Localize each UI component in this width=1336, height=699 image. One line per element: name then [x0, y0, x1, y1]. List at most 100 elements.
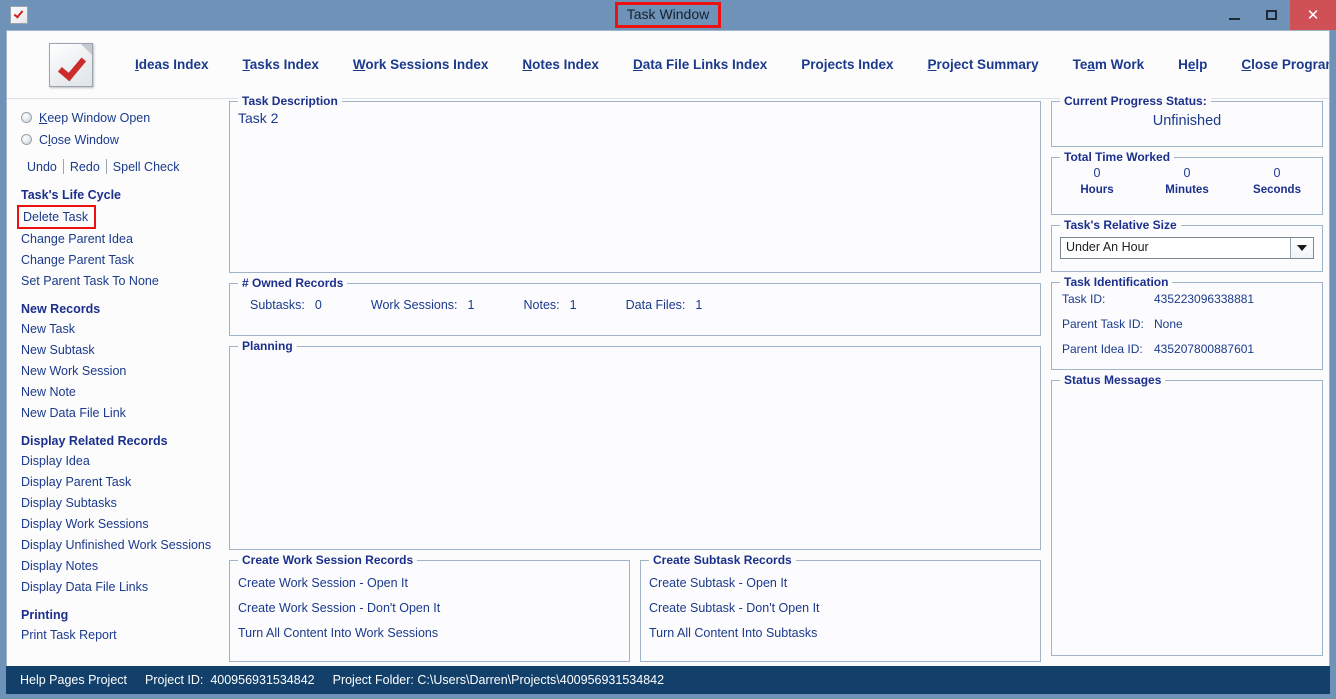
radio-keep-window-open[interactable]: Keep Window Open [21, 107, 223, 128]
menu-item-data-file-links-index[interactable]: Data File Links Index [633, 57, 767, 72]
sidebar-item-display-idea[interactable]: Display Idea [21, 451, 223, 472]
chevron-down-icon[interactable] [1291, 238, 1313, 258]
redo-button[interactable]: Redo [64, 160, 106, 174]
sidebar-item-print-task-report[interactable]: Print Task Report [21, 625, 223, 646]
radio-keep-window-open-label: Keep Window Open [39, 110, 151, 125]
owned-records-legend: # Owned Records [238, 276, 348, 290]
sidebar-item-new-work-session[interactable]: New Work Session [21, 361, 223, 382]
seconds-label: Seconds [1253, 184, 1301, 196]
relative-size-group: Task's Relative Size Under An Hour [1051, 218, 1323, 272]
sidebar-item-new-task[interactable]: New Task [21, 319, 223, 340]
sidebar-item-new-data-file-link[interactable]: New Data File Link [21, 403, 223, 424]
create-work-session-dont-open-it[interactable]: Create Work Session - Don't Open It [230, 596, 629, 621]
sidebar-item-display-subtasks[interactable]: Display Subtasks [21, 493, 223, 514]
checked-document-icon [10, 6, 28, 24]
window-title-container: Task Window [0, 0, 1336, 30]
sidebar-item-display-notes[interactable]: Display Notes [21, 556, 223, 577]
radio-close-window[interactable]: Close Window [21, 129, 223, 150]
sidebar-item-display-unfinished-work-sessions[interactable]: Display Unfinished Work Sessions [21, 535, 223, 556]
progress-status-legend: Current Progress Status: [1060, 94, 1211, 108]
subtasks-label: Subtasks: [250, 298, 305, 312]
task-window: Task Window ✕ Ideas Index Tasks Index Wo… [0, 0, 1336, 699]
edit-commands: Undo Redo Spell Check [27, 159, 223, 174]
status-bar: Help Pages Project Project ID: 400956931… [6, 666, 1330, 694]
minutes-value: 0 [1183, 166, 1191, 180]
maximize-icon [1266, 10, 1277, 20]
status-messages-group: Status Messages [1051, 373, 1323, 656]
parent-idea-id-row: Parent Idea ID: 435207800887601 [1052, 342, 1322, 367]
turn-all-content-into-subtasks[interactable]: Turn All Content Into Subtasks [641, 621, 1040, 646]
undo-button[interactable]: Undo [27, 160, 63, 174]
task-description-group: Task Description Task 2 [229, 94, 1041, 273]
create-work-session-open-it[interactable]: Create Work Session - Open It [230, 571, 629, 596]
sidebar-heading-new-records: New Records [21, 302, 101, 316]
close-button[interactable]: ✕ [1290, 0, 1336, 30]
spell-check-button[interactable]: Spell Check [107, 160, 186, 174]
title-bar: Task Window ✕ [0, 0, 1336, 30]
minimize-button[interactable] [1216, 0, 1253, 30]
task-id-value: 435223096338881 [1154, 292, 1255, 306]
relative-size-select[interactable]: Under An Hour [1060, 237, 1314, 259]
total-time-worked-legend: Total Time Worked [1060, 150, 1175, 164]
create-subtask-legend: Create Subtask Records [649, 553, 796, 567]
sidebar-item-display-work-sessions[interactable]: Display Work Sessions [21, 514, 223, 535]
sidebar-item-change-parent-idea[interactable]: Change Parent Idea [21, 229, 223, 250]
parent-task-id-value: None [1154, 317, 1183, 331]
total-time-worked-group: Total Time Worked 0 Hours 0 Minutes 0 Se [1051, 150, 1323, 215]
progress-status-group: Current Progress Status: Unfinished [1051, 94, 1323, 147]
maximize-button[interactable] [1253, 0, 1290, 30]
parent-idea-id-value: 435207800887601 [1154, 342, 1255, 356]
time-cell-minutes: 0 Minutes [1142, 166, 1232, 196]
sidebar-item-new-subtask[interactable]: New Subtask [21, 340, 223, 361]
menu-item-close-program[interactable]: Close Program [1241, 57, 1329, 72]
create-subtask-group: Create Subtask Records Create Subtask - … [640, 553, 1041, 662]
menu-item-help[interactable]: Help [1178, 57, 1207, 72]
sidebar-item-set-parent-task-to-none[interactable]: Set Parent Task To None [21, 271, 223, 292]
menu-item-projects-index[interactable]: Projects Index [801, 57, 893, 72]
sidebar: Keep Window Open Close Window Undo Redo … [7, 99, 223, 666]
client-area: Ideas Index Tasks Index Work Sessions In… [6, 30, 1330, 666]
window-controls: ✕ [1216, 0, 1336, 30]
task-id-row: Task ID: 435223096338881 [1052, 292, 1322, 317]
work-sessions-value: 1 [467, 298, 475, 312]
menu-item-work-sessions-index[interactable]: Work Sessions Index [353, 57, 489, 72]
menu-item-notes-index[interactable]: Notes Index [522, 57, 599, 72]
planning-legend: Planning [238, 339, 297, 353]
create-work-session-legend: Create Work Session Records [238, 553, 418, 567]
task-description-value[interactable]: Task 2 [230, 102, 1040, 126]
sidebar-item-delete-task[interactable]: Delete Task [17, 205, 97, 229]
status-project-id: Project ID: 400956931534842 [145, 673, 315, 687]
menu-item-team-work[interactable]: Team Work [1073, 57, 1145, 72]
relative-size-selected-value: Under An Hour [1061, 238, 1291, 258]
data-files-value: 1 [695, 298, 703, 312]
create-subtask-dont-open-it[interactable]: Create Subtask - Don't Open It [641, 596, 1040, 621]
menu-bar: Ideas Index Tasks Index Work Sessions In… [7, 31, 1329, 99]
sidebar-item-change-parent-task[interactable]: Change Parent Task [21, 250, 223, 271]
minutes-label: Minutes [1165, 184, 1209, 196]
menu-item-tasks-index[interactable]: Tasks Index [243, 57, 319, 72]
minimize-icon [1229, 17, 1240, 20]
create-subtask-open-it[interactable]: Create Subtask - Open It [641, 571, 1040, 596]
create-work-session-actions: Create Work Session - Open It Create Wor… [230, 561, 629, 646]
status-project-name: Help Pages Project [20, 673, 128, 687]
page-title: Task Window [614, 1, 722, 29]
hours-value: 0 [1093, 166, 1101, 180]
status-project-id-value: 400956931534842 [210, 673, 315, 687]
create-work-session-group: Create Work Session Records Create Work … [229, 553, 630, 662]
sidebar-item-new-note[interactable]: New Note [21, 382, 223, 403]
time-cell-seconds: 0 Seconds [1232, 166, 1322, 196]
work-sessions-label: Work Sessions: [370, 298, 458, 312]
status-project-folder: Project Folder: C:\Users\Darren\Projects… [333, 673, 664, 687]
create-records-row: Create Work Session Records Create Work … [229, 553, 1041, 662]
planning-value[interactable] [230, 347, 1040, 369]
turn-all-content-into-work-sessions[interactable]: Turn All Content Into Work Sessions [230, 621, 629, 646]
sidebar-item-display-parent-task[interactable]: Display Parent Task [21, 472, 223, 493]
planning-group: Planning [229, 339, 1041, 550]
menu-item-project-summary[interactable]: Project Summary [928, 57, 1039, 72]
sidebar-item-display-data-file-links[interactable]: Display Data File Links [21, 577, 223, 598]
center-column: Task Description Task 2 # Owned Records … [223, 94, 1047, 666]
parent-task-id-row: Parent Task ID: None [1052, 317, 1322, 342]
sidebar-heading-display-related: Display Related Records [21, 434, 168, 448]
right-column: Current Progress Status: Unfinished Tota… [1047, 94, 1329, 666]
menu-item-ideas-index[interactable]: Ideas Index [135, 57, 209, 72]
